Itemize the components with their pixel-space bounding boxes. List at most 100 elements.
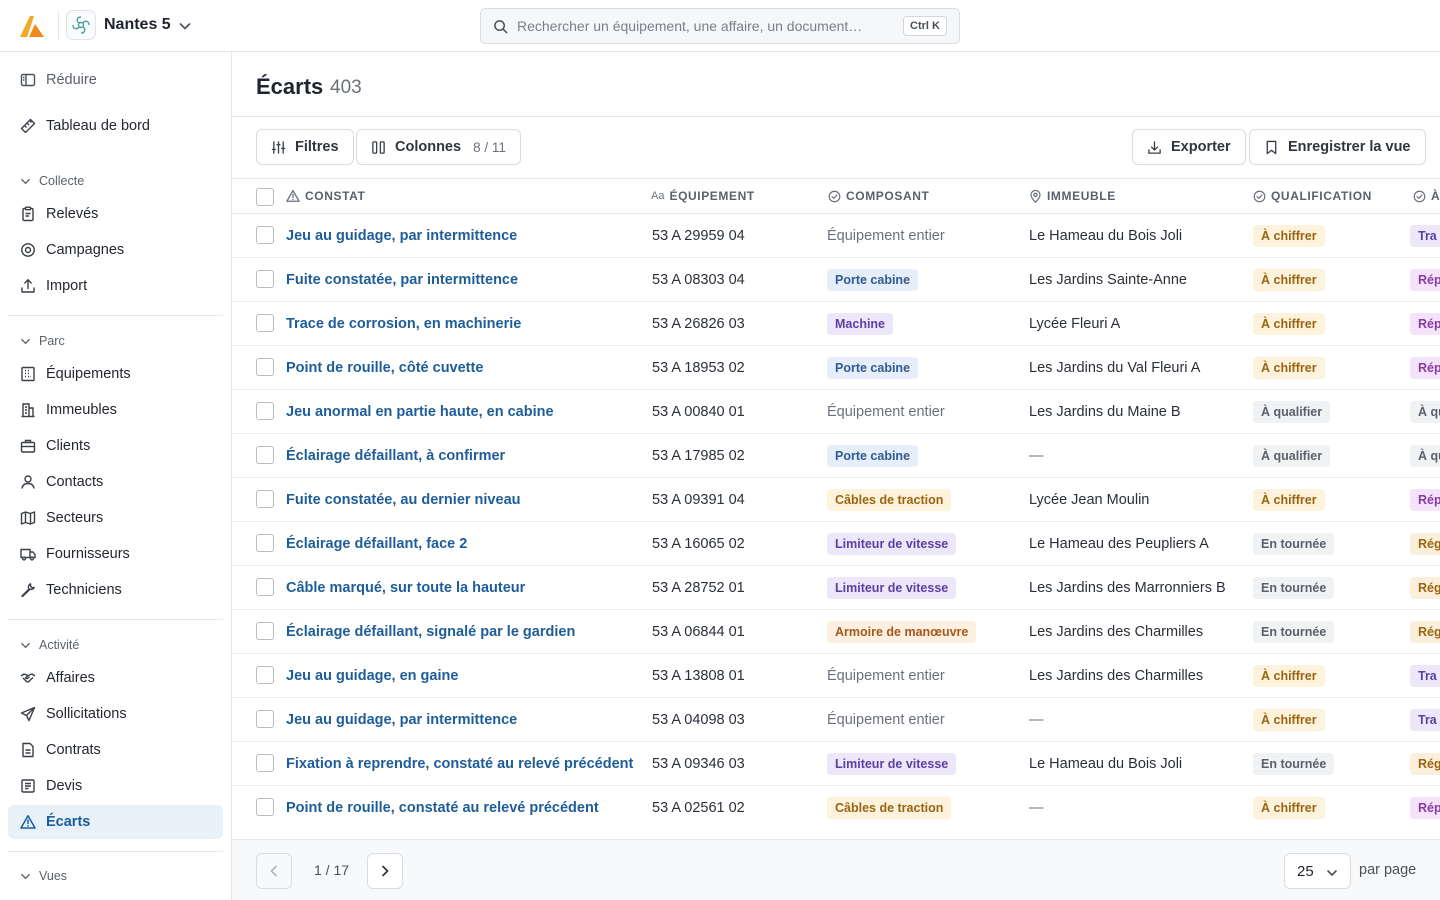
org-name[interactable]: Nantes 5: [104, 16, 171, 34]
sidebar-item-devis[interactable]: Devis: [8, 769, 223, 803]
table-row[interactable]: Point de rouille, constaté au relevé pré…: [232, 786, 1440, 828]
column-header-composant[interactable]: COMPOSANT: [828, 179, 929, 213]
sidebar-item-immeubles[interactable]: Immeubles: [8, 393, 223, 427]
sidebar-item-releves[interactable]: Relevés: [8, 197, 223, 231]
save-view-button[interactable]: Enregistrer la vue: [1249, 129, 1426, 165]
table-row[interactable]: Éclairage défaillant, signalé par le gar…: [232, 610, 1440, 654]
sidebar-collapse-button[interactable]: Réduire: [8, 63, 223, 97]
constat-link[interactable]: Jeu au guidage, par intermittence: [286, 228, 517, 244]
row-checkbox[interactable]: [256, 754, 274, 772]
row-checkbox[interactable]: [256, 402, 274, 420]
table-row[interactable]: Jeu au guidage, en gaine 53 A 13808 01 Équ…: [232, 654, 1440, 698]
constat-link[interactable]: Fuite constatée, au dernier niveau: [286, 492, 521, 508]
sidebar-item-affaires[interactable]: Affaires: [8, 661, 223, 695]
table-row[interactable]: Jeu au guidage, par intermittence 53 A 29…: [232, 214, 1440, 258]
clipboard-icon: [20, 206, 36, 222]
table-row[interactable]: Éclairage défaillant, à confirmer 53 A 17…: [232, 434, 1440, 478]
sidebar-item-import[interactable]: Import: [8, 269, 223, 303]
row-checkbox[interactable]: [256, 666, 274, 684]
status-badge: À qu: [1410, 444, 1440, 467]
per-page-select[interactable]: 25: [1284, 853, 1351, 889]
qualification-badge: En tournée: [1253, 576, 1335, 599]
column-header-next[interactable]: À: [1413, 179, 1440, 213]
section-title: Vues: [39, 869, 68, 883]
row-checkbox[interactable]: [256, 798, 274, 816]
table-row[interactable]: Câble marqué, sur toute la hauteur 53 A 2…: [232, 566, 1440, 610]
constat-link[interactable]: Jeu au guidage, par intermittence: [286, 712, 517, 728]
table-row[interactable]: Fixation à reprendre, constaté au relevé…: [232, 742, 1440, 786]
constat-link[interactable]: Éclairage défaillant, face 2: [286, 536, 467, 552]
table-row[interactable]: Jeu anormal en partie haute, en cabine 53…: [232, 390, 1440, 434]
table-row[interactable]: Trace de corrosion, en machinerie 53 A 26…: [232, 302, 1440, 346]
sidebar-section-parc[interactable]: Parc: [20, 331, 65, 351]
sidebar-section-activite[interactable]: Activité: [20, 635, 79, 655]
prev-page-button[interactable]: [256, 853, 292, 889]
row-checkbox[interactable]: [256, 358, 274, 376]
constat-link[interactable]: Câble marqué, sur toute la hauteur: [286, 580, 525, 596]
building-name: Les Jardins des Charmilles: [1029, 667, 1204, 684]
sidebar-item-secteurs[interactable]: Secteurs: [8, 501, 223, 535]
status-badge: Tra: [1410, 664, 1440, 687]
column-header-immeuble[interactable]: IMMEUBLE: [1029, 179, 1116, 213]
sidebar-section-vues[interactable]: Vues: [20, 866, 67, 886]
row-checkbox[interactable]: [256, 578, 274, 596]
org-avatar[interactable]: [66, 10, 96, 40]
sidebar-item-campagnes[interactable]: Campagnes: [8, 233, 223, 267]
column-label: QUALIFICATION: [1271, 189, 1372, 203]
constat-link[interactable]: Jeu anormal en partie haute, en cabine: [286, 404, 554, 420]
check-circle-icon: [1413, 190, 1426, 202]
sidebar-section-collecte[interactable]: Collecte: [20, 171, 84, 191]
constat-link[interactable]: Éclairage défaillant, à confirmer: [286, 448, 505, 464]
select-all-checkbox[interactable]: [256, 188, 274, 206]
constat-link[interactable]: Trace de corrosion, en machinerie: [286, 316, 521, 332]
building-name: Lycée Jean Moulin: [1029, 491, 1150, 508]
sidebar-item-contrats[interactable]: Contrats: [8, 733, 223, 767]
sidebar-item-fournisseurs[interactable]: Fournisseurs: [8, 537, 223, 571]
sidebar-item-ecarts[interactable]: Écarts: [8, 805, 223, 839]
table-header: CONSTAT Aa ÉQUIPEMENT COMPOSANT IMMEUBLE…: [232, 178, 1440, 214]
sidebar-item-equipements[interactable]: Équipements: [8, 357, 223, 391]
constat-link[interactable]: Point de rouille, constaté au relevé pré…: [286, 800, 599, 816]
sidebar-item-clients[interactable]: Clients: [8, 429, 223, 463]
chevron-down-icon[interactable]: [178, 19, 192, 33]
row-checkbox[interactable]: [256, 534, 274, 552]
sidebar-item-sollicitations[interactable]: Sollicitations: [8, 697, 223, 731]
filters-button[interactable]: Filtres: [256, 129, 354, 165]
export-button[interactable]: Exporter: [1132, 129, 1246, 165]
per-page-value: 25: [1297, 862, 1314, 880]
columns-button[interactable]: Colonnes 8 / 11: [356, 129, 521, 165]
column-header-equipement[interactable]: Aa ÉQUIPEMENT: [651, 179, 755, 213]
row-checkbox[interactable]: [256, 622, 274, 640]
constat-link[interactable]: Fuite constatée, par intermittence: [286, 272, 518, 288]
next-page-button[interactable]: [367, 853, 403, 889]
app-logo[interactable]: [18, 12, 46, 40]
column-header-constat[interactable]: CONSTAT: [286, 179, 365, 213]
ruler-icon: [20, 118, 36, 134]
columns-label: Colonnes: [395, 139, 462, 155]
table-row[interactable]: Fuite constatée, au dernier niveau 53 A 0…: [232, 478, 1440, 522]
row-checkbox[interactable]: [256, 710, 274, 728]
constat-link[interactable]: Jeu au guidage, en gaine: [286, 668, 458, 684]
sidebar-item-techniciens[interactable]: Techniciens: [8, 573, 223, 607]
component-tag: Limiteur de vitesse: [827, 532, 957, 555]
briefcase-icon: [20, 438, 36, 454]
table-row[interactable]: Fuite constatée, par intermittence 53 A 0…: [232, 258, 1440, 302]
constat-link[interactable]: Fixation à reprendre, constaté au relevé…: [286, 756, 633, 772]
constat-link[interactable]: Point de rouille, côté cuvette: [286, 360, 483, 376]
sidebar-item-dashboard[interactable]: Tableau de bord: [8, 109, 223, 143]
row-checkbox[interactable]: [256, 314, 274, 332]
table-row[interactable]: Jeu au guidage, par intermittence 53 A 04…: [232, 698, 1440, 742]
row-checkbox[interactable]: [256, 446, 274, 464]
row-checkbox[interactable]: [256, 490, 274, 508]
table-row[interactable]: Éclairage défaillant, face 2 53 A 16065 0…: [232, 522, 1440, 566]
chevron-right-icon: [382, 865, 389, 877]
column-header-qualification[interactable]: QUALIFICATION: [1253, 179, 1372, 213]
global-search[interactable]: Ctrl K: [480, 8, 960, 44]
row-checkbox[interactable]: [256, 270, 274, 288]
sidebar-item-contacts[interactable]: Contacts: [8, 465, 223, 499]
building-name: Les Jardins Sainte-Anne: [1029, 271, 1187, 288]
table-row[interactable]: Point de rouille, côté cuvette 53 A 18953…: [232, 346, 1440, 390]
row-checkbox[interactable]: [256, 226, 274, 244]
constat-link[interactable]: Éclairage défaillant, signalé par le gar…: [286, 624, 575, 640]
search-input[interactable]: [517, 9, 897, 43]
